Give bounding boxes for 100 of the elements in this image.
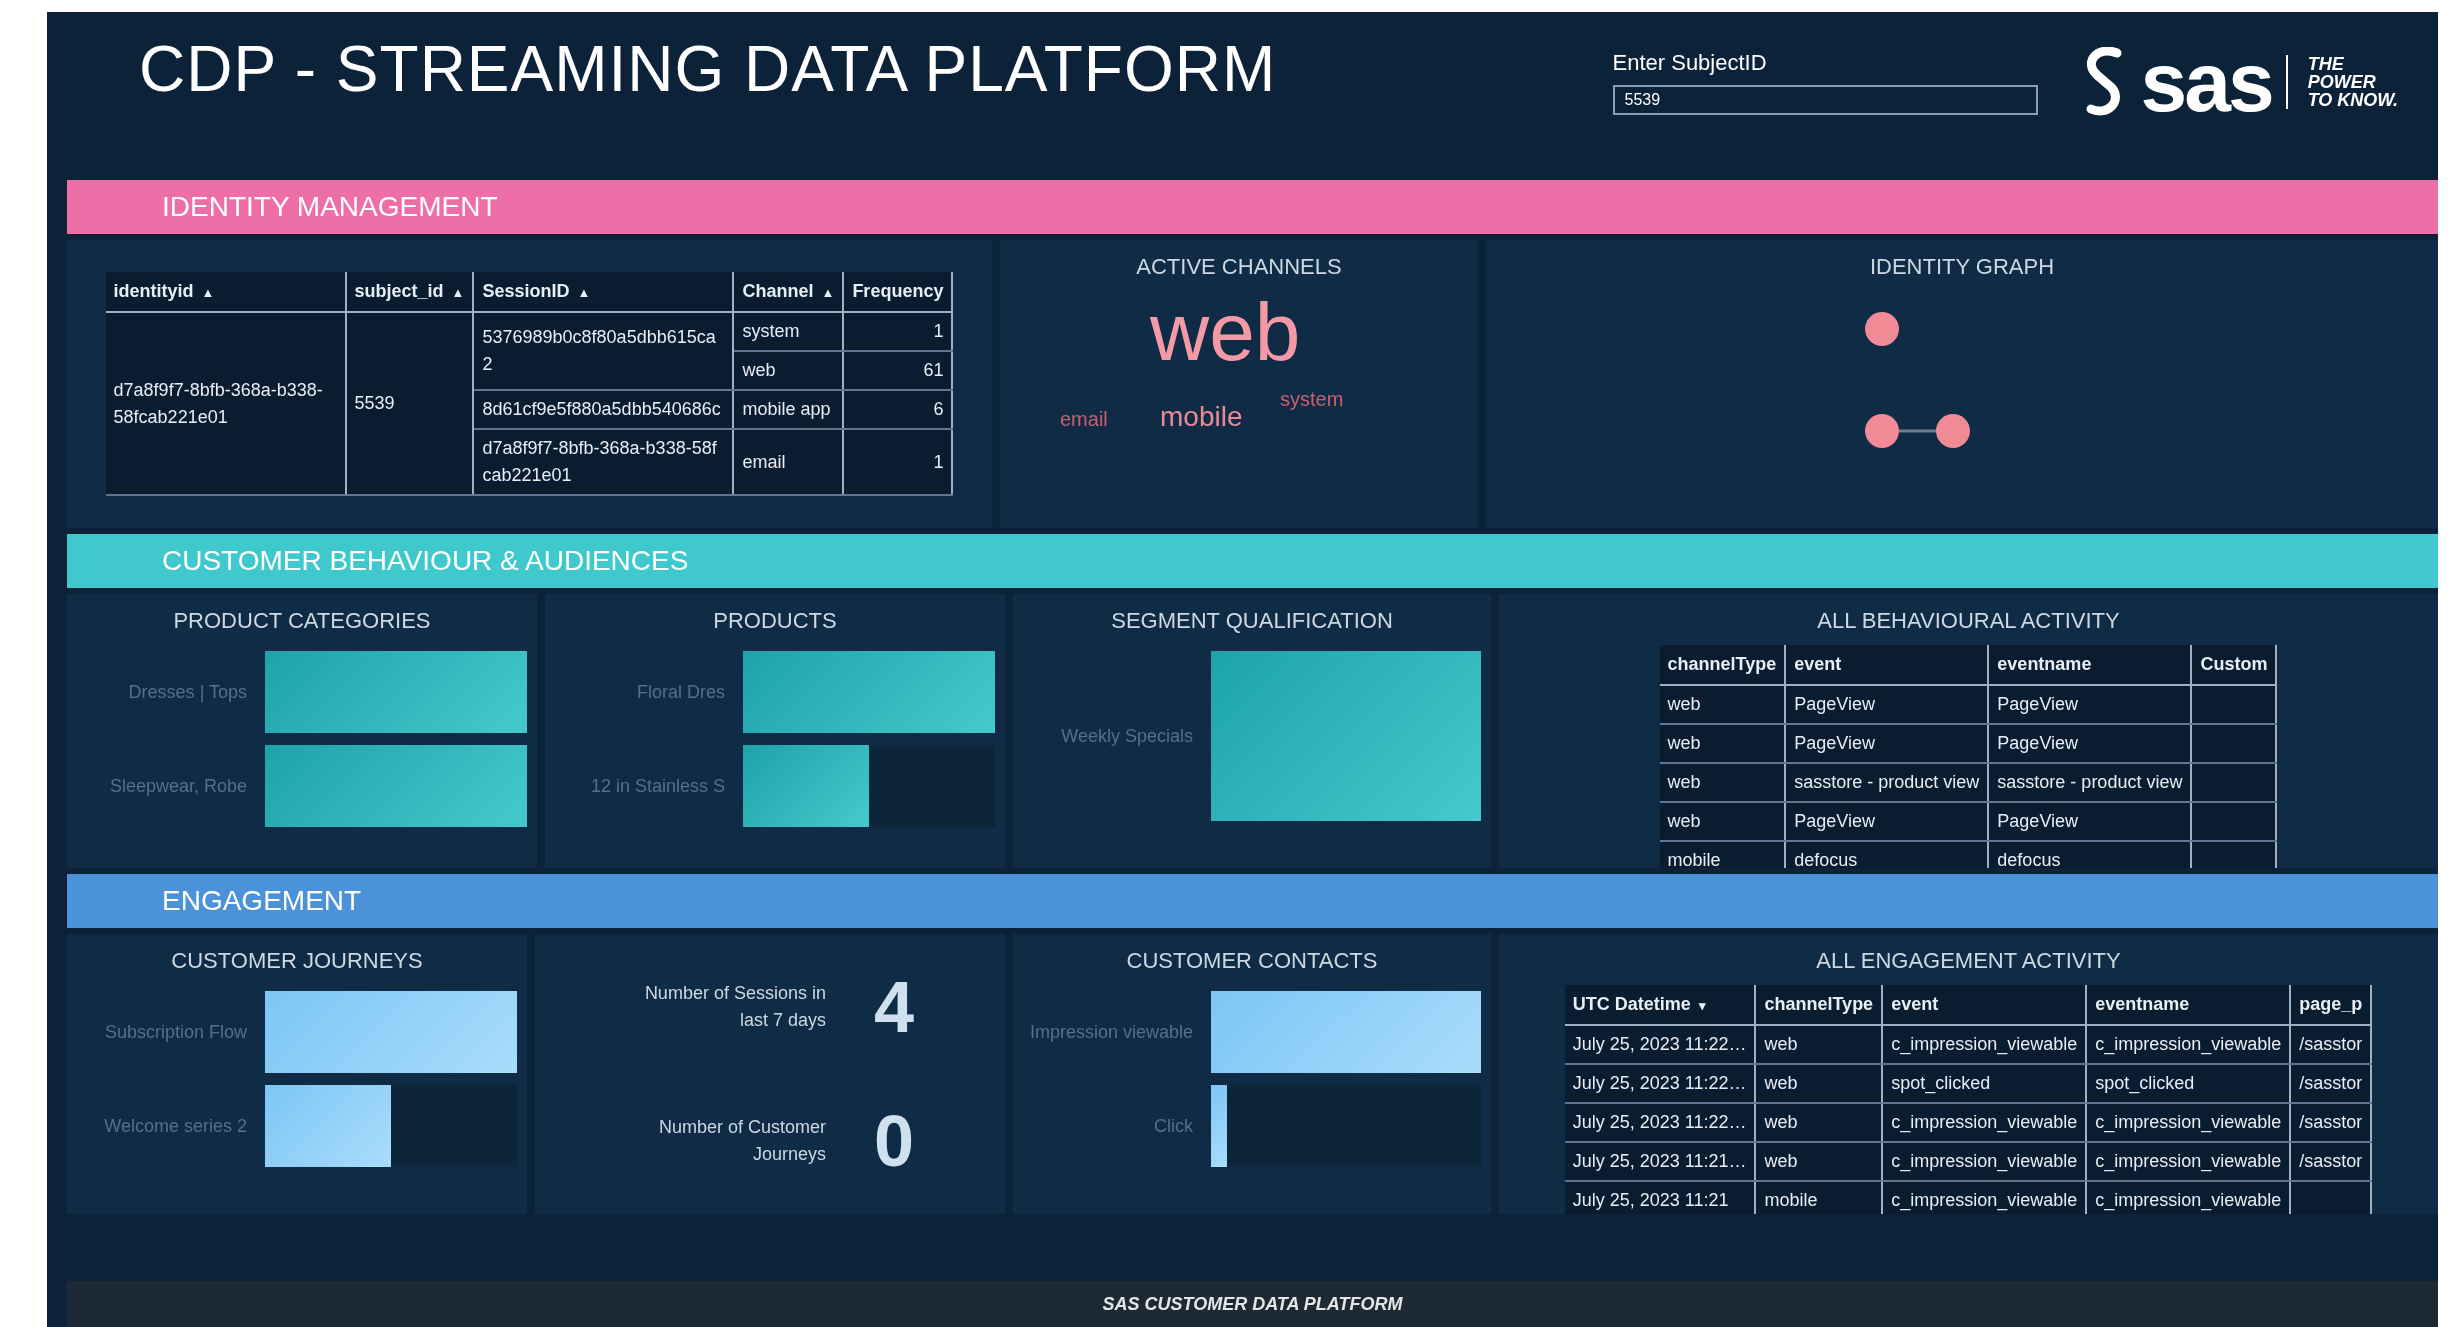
table-cell: PageView bbox=[1794, 811, 1875, 831]
table-cell: 8d61cf9e5f880a5dbb540686c bbox=[482, 399, 721, 419]
table-cell: PageView bbox=[1997, 733, 2079, 753]
footer-text: SAS CUSTOMER DATA PLATFORM bbox=[67, 1281, 2438, 1327]
table-cell: 1 bbox=[933, 451, 944, 472]
bar-label: Welcome series 2 bbox=[103, 1114, 247, 1138]
stat-label: Number of Sessions in last 7 days bbox=[643, 982, 826, 1032]
table-cell: email bbox=[742, 451, 786, 472]
column-header[interactable]: identityid bbox=[113, 281, 194, 301]
table-cell: /sasstor bbox=[2299, 1112, 2363, 1132]
table-cell: c_impression_viewable bbox=[1891, 1034, 2078, 1054]
table-cell: PageView bbox=[1794, 694, 1875, 714]
bar-label: Dresses | Tops bbox=[127, 680, 247, 704]
logo-tagline: THE POWER TO KNOW. bbox=[2285, 55, 2398, 109]
bar-label: Sleepwear, Robe bbox=[108, 774, 247, 798]
bar-label: Weekly Specials bbox=[1060, 724, 1193, 748]
graph-node[interactable] bbox=[1865, 312, 1899, 346]
table-cell: defocus bbox=[1997, 850, 2061, 868]
graph-edge bbox=[1899, 429, 1936, 433]
panel-title: CUSTOMER JOURNEYS bbox=[171, 947, 423, 975]
word-cloud-word: mobile bbox=[1160, 403, 1243, 431]
table-cell: July 25, 2023 11:21… bbox=[1572, 1151, 1747, 1171]
stat-label: Number of Customer Journeys bbox=[657, 1116, 826, 1166]
sort-icon[interactable]: ▲ bbox=[451, 285, 465, 300]
table-cell: /sasstor bbox=[2299, 1151, 2363, 1171]
bar-label: Click bbox=[1153, 1114, 1193, 1138]
table-cell: PageView bbox=[1997, 694, 2079, 714]
column-header[interactable]: Channel bbox=[742, 281, 814, 301]
sort-icon[interactable]: ▲ bbox=[577, 285, 591, 300]
table-cell: spot_clicked bbox=[1891, 1073, 1991, 1093]
sort-icon[interactable]: ▾ bbox=[1698, 998, 1706, 1013]
section-header-bar: IDENTITY MANAGEMENT bbox=[67, 180, 2438, 234]
graph-node[interactable] bbox=[1865, 414, 1899, 448]
stat-value: 0 bbox=[873, 1100, 914, 1183]
table-cell: PageView bbox=[1794, 733, 1875, 753]
table-cell: d7a8f9f7-8bfb-368a-b338-58fcab221e01 bbox=[113, 379, 323, 427]
table-cell: 6 bbox=[933, 399, 944, 419]
panel-title: PRODUCTS bbox=[713, 607, 837, 635]
table-cell: web bbox=[1667, 811, 1701, 831]
table-cell: system bbox=[742, 321, 800, 341]
bar-label: Floral Dres bbox=[636, 680, 725, 704]
table-cell: d7a8f9f7-8bfb-368a-b338-58fcab221e01 bbox=[482, 438, 717, 485]
bar-label: 12 in Stainless S bbox=[589, 774, 725, 798]
table-cell: sasstore - product view bbox=[1997, 772, 2183, 792]
table-cell: c_impression_viewable bbox=[1891, 1151, 2078, 1171]
table-cell: web bbox=[1667, 772, 1701, 792]
panel-title: ACTIVE CHANNELS bbox=[1136, 253, 1342, 281]
table-cell: c_impression_viewable bbox=[1891, 1112, 2078, 1132]
stat-value: 4 bbox=[873, 966, 914, 1049]
table-cell: c_impression_viewable bbox=[2095, 1151, 2282, 1171]
table-cell: July 25, 2023 11:22… bbox=[1572, 1112, 1747, 1132]
bar-label: Impression viewable bbox=[1028, 1020, 1193, 1044]
table-cell: /sasstor bbox=[2299, 1073, 2363, 1093]
panel-title: ALL BEHAVIOURAL ACTIVITY bbox=[1817, 607, 2120, 635]
table-cell: c_impression_viewable bbox=[2095, 1190, 2282, 1210]
column-header[interactable]: event bbox=[1891, 994, 1939, 1014]
table-cell: July 25, 2023 11:22… bbox=[1572, 1073, 1747, 1093]
dashboard-title: CDP - STREAMING DATA PLATFORM bbox=[139, 34, 1278, 105]
panel-title: IDENTITY GRAPH bbox=[1869, 253, 2055, 281]
table-cell: c_impression_viewable bbox=[2095, 1112, 2282, 1132]
subject-id-field[interactable]: 5539 bbox=[1612, 85, 2038, 115]
table-cell: web bbox=[1764, 1151, 1798, 1171]
table-cell: 5376989b0c8f80a5dbb615ca2 bbox=[482, 327, 716, 374]
table-cell: mobile app bbox=[742, 399, 831, 419]
panel-title: ALL ENGAGEMENT ACTIVITY bbox=[1816, 947, 2121, 975]
section-header-bar: CUSTOMER BEHAVIOUR & AUDIENCES bbox=[67, 534, 2438, 588]
table-cell: 5539 bbox=[354, 393, 395, 413]
table-cell: mobile bbox=[1764, 1190, 1818, 1210]
column-header[interactable]: subject_id bbox=[354, 281, 444, 301]
column-header[interactable]: SessionID bbox=[482, 281, 570, 301]
table-cell: July 25, 2023 11:22… bbox=[1572, 1034, 1747, 1054]
table-cell: sasstore - product view bbox=[1794, 772, 1980, 792]
table-cell: web bbox=[1764, 1112, 1798, 1132]
column-header[interactable]: UTC Datetime bbox=[1572, 994, 1691, 1014]
sort-icon[interactable]: ▲ bbox=[821, 285, 835, 300]
table-cell: /sasstor bbox=[2299, 1034, 2363, 1054]
panel-title: PRODUCT CATEGORIES bbox=[173, 607, 431, 635]
panel-title: CUSTOMER CONTACTS bbox=[1126, 947, 1378, 975]
table-cell: web bbox=[1667, 694, 1701, 714]
sort-icon[interactable]: ▲ bbox=[201, 285, 215, 300]
table-cell: 1 bbox=[933, 321, 944, 341]
table-cell: July 25, 2023 11:21 bbox=[1572, 1190, 1729, 1210]
table-cell: web bbox=[1764, 1073, 1798, 1093]
table-cell: web bbox=[742, 360, 776, 380]
table-cell: 61 bbox=[923, 360, 944, 380]
table-cell: c_impression_viewable bbox=[2095, 1034, 2282, 1054]
table-cell: mobile bbox=[1667, 850, 1721, 868]
graph-node[interactable] bbox=[1936, 414, 1970, 448]
table-cell: defocus bbox=[1794, 850, 1858, 868]
table-cell: c_impression_viewable bbox=[1891, 1190, 2078, 1210]
table-cell: web bbox=[1764, 1034, 1798, 1054]
table-cell: PageView bbox=[1997, 811, 2079, 831]
field-label: Enter SubjectID bbox=[1612, 49, 1768, 77]
table-cell: spot_clicked bbox=[2095, 1073, 2195, 1093]
word-cloud-word: system bbox=[1280, 389, 1344, 409]
panel-title: SEGMENT QUALIFICATION bbox=[1111, 607, 1393, 635]
column-header[interactable]: event bbox=[1794, 654, 1842, 674]
word-cloud-word: email bbox=[1060, 409, 1108, 429]
bar-label: Subscription Flow bbox=[103, 1020, 247, 1044]
word-cloud-word: web bbox=[1150, 291, 1301, 373]
